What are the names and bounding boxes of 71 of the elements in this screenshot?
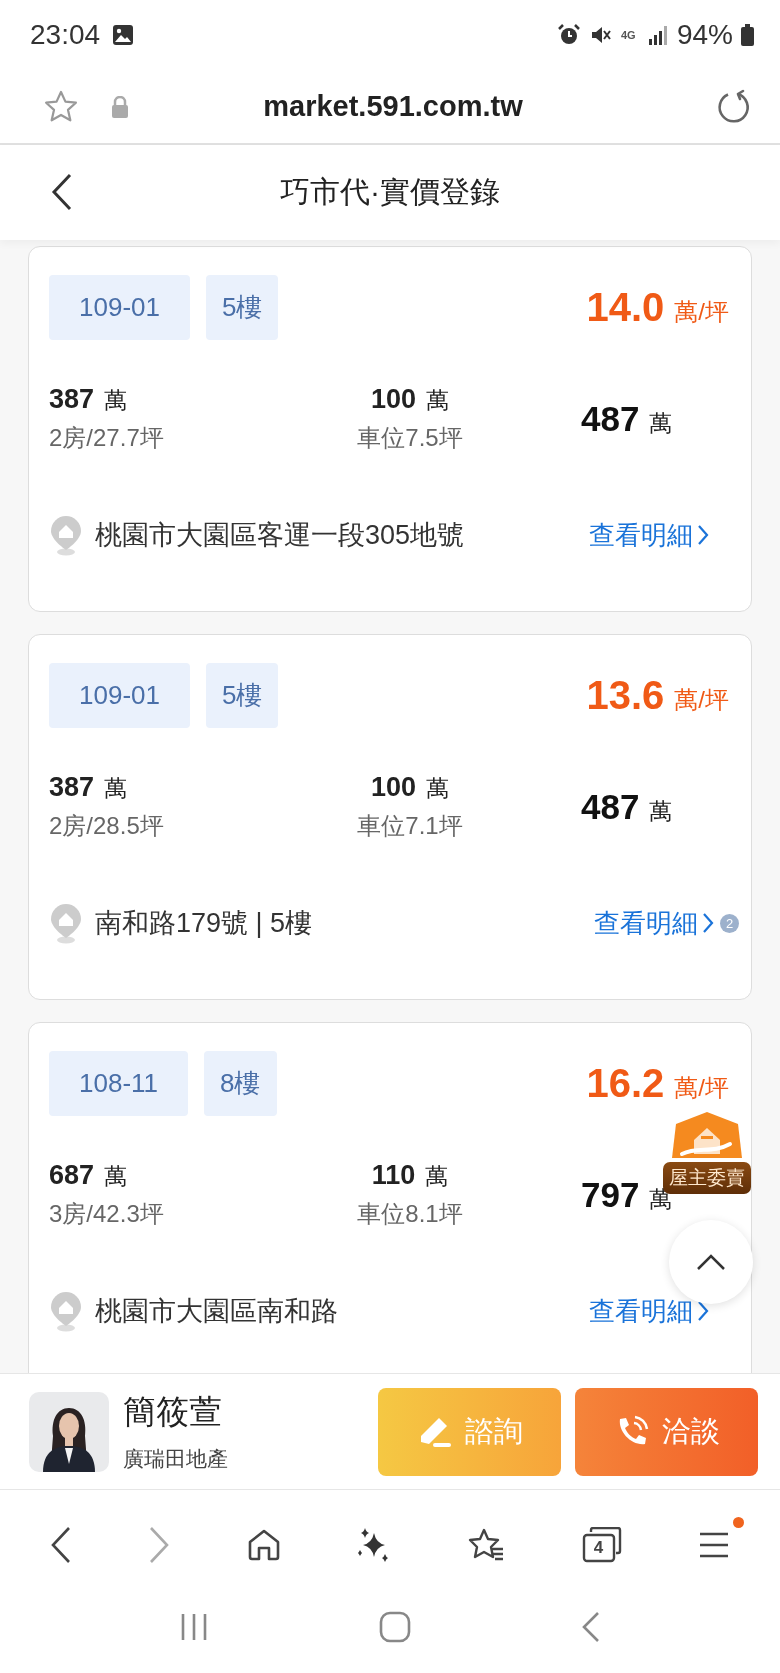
lock-icon	[110, 95, 130, 118]
alarm-icon	[556, 23, 581, 47]
house-detail: 3房/42.3坪	[49, 1199, 165, 1229]
details-link[interactable]: 查看明細	[589, 517, 693, 553]
chevron-icon	[702, 912, 714, 934]
unit-price-unit: 萬/坪	[674, 1072, 729, 1103]
parking-detail: 車位8.1坪	[357, 1199, 463, 1229]
details-link[interactable]: 查看明細	[594, 905, 698, 941]
floor-tag: 5樓	[205, 663, 279, 728]
price-unit: 萬	[104, 386, 128, 415]
unit-price: 13.6	[586, 673, 665, 718]
agent-company: 廣瑞田地產	[123, 1446, 229, 1472]
location-pin-icon	[49, 514, 83, 556]
back-icon[interactable]	[50, 1526, 73, 1564]
price-unit: 萬	[104, 1162, 128, 1191]
parking-price: 100	[370, 772, 417, 803]
house-price: 387	[49, 384, 95, 415]
floor-tag: 8樓	[204, 1051, 277, 1116]
url-text[interactable]: market.591.com.tw	[160, 90, 626, 123]
price-unit: 萬	[426, 774, 450, 803]
battery-icon	[741, 24, 754, 46]
count-badge: 2	[720, 913, 739, 933]
image-icon	[112, 24, 135, 46]
caret-up-icon	[696, 1253, 726, 1271]
record-card[interactable]: 109-01 5樓 13.6 萬/坪 387 萬 2房/28.5坪 100 萬 車位7.1坪 487 萬 南和路179號 | 5樓 查看明細 2	[28, 634, 752, 1000]
clock-time: 23:04	[30, 19, 101, 51]
chevron-icon	[697, 1300, 709, 1322]
reload-icon[interactable]	[716, 88, 752, 125]
date-tag: 109-01	[49, 663, 190, 728]
unit-price: 16.2	[586, 1061, 665, 1106]
page-title: 巧市代·實價登錄	[280, 174, 500, 210]
house-detail: 2房/27.7坪	[49, 423, 165, 453]
recent-apps-icon[interactable]	[179, 1611, 209, 1642]
price-unit: 萬	[426, 386, 450, 415]
address-text: 桃園市大園區客運一段305地號	[95, 519, 465, 552]
price-unit: 萬	[425, 1162, 449, 1191]
total-price: 487	[581, 787, 640, 827]
location-pin-icon	[49, 902, 83, 944]
unit-price-unit: 萬/坪	[674, 296, 729, 327]
record-card[interactable]: 109-01 5樓 14.0 萬/坪 387 萬 2房/27.7坪 100 萬 車位7.5坪 487 萬 桃園市大園區客運一段305地號 查看明細	[28, 246, 752, 612]
agent-name: 簡筱萱	[123, 1392, 223, 1432]
house-price: 387	[49, 772, 95, 803]
network-label: 4G	[620, 29, 637, 41]
parking-detail: 車位7.1坪	[357, 811, 463, 841]
address-text: 南和路179號 | 5樓	[95, 907, 313, 940]
total-price: 487	[581, 399, 640, 439]
star-list-icon[interactable]	[467, 1527, 506, 1563]
menu-icon[interactable]	[697, 1531, 730, 1559]
location-pin-icon	[49, 1290, 83, 1332]
battery-level: 94%	[676, 19, 733, 51]
unit-price: 14.0	[586, 285, 665, 330]
unit-price-unit: 萬/坪	[674, 684, 729, 715]
chevron-icon	[697, 524, 709, 546]
house-detail: 2房/28.5坪	[49, 811, 165, 841]
details-link[interactable]: 查看明細	[589, 1293, 693, 1329]
address-text: 桃園市大園區南和路	[95, 1295, 338, 1328]
date-tag: 109-01	[49, 275, 190, 340]
parking-price: 100	[370, 384, 417, 415]
price-unit: 萬	[649, 797, 673, 826]
house-price: 687	[49, 1160, 95, 1191]
price-unit: 萬	[104, 774, 128, 803]
home-icon[interactable]	[246, 1528, 281, 1562]
floor-tag: 5樓	[205, 275, 279, 340]
date-tag: 108-11	[49, 1051, 189, 1116]
back-icon[interactable]	[50, 173, 74, 211]
parking-detail: 車位7.5坪	[357, 423, 463, 453]
price-unit: 萬	[649, 409, 673, 438]
home-button-icon[interactable]	[379, 1610, 411, 1643]
total-price: 797	[581, 1175, 640, 1215]
signal-icon	[646, 24, 669, 46]
parking-price: 110	[371, 1160, 416, 1191]
